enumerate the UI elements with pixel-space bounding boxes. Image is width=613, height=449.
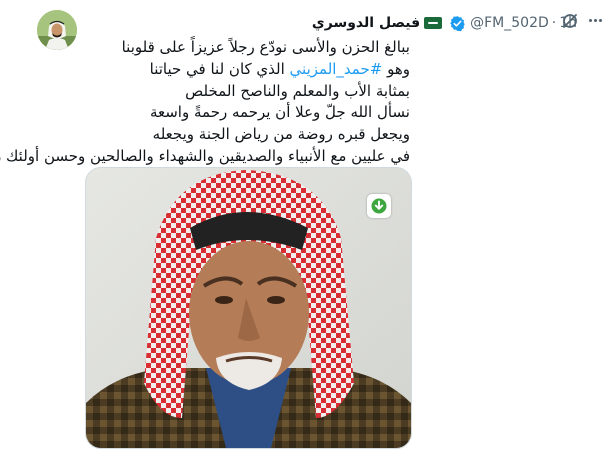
portrait-photo-icon bbox=[86, 168, 411, 448]
tweet: فيصل الدوسري @FM_502D · 1h ببالغ الحزن و… bbox=[0, 0, 613, 449]
tweet-line-5: ويجعل قبره روضة من رياض الجنة ويجعله bbox=[152, 125, 410, 144]
tweet-line-2-end: الذي كان لنا في حياتنا bbox=[149, 59, 290, 78]
tweet-line-4: نسأل الله جلّ وعلا أن يرحمه رحمةً واسعة bbox=[149, 103, 410, 122]
author-name[interactable]: فيصل الدوسري bbox=[312, 15, 420, 31]
tweet-line-2-start: وهو bbox=[382, 59, 410, 78]
tweet-line-2: وهو #حمد_المزيني الذي كان لنا في حياتنا bbox=[80, 59, 410, 81]
more-dot bbox=[593, 18, 597, 22]
verified-badge-icon bbox=[450, 15, 465, 31]
download-icon bbox=[371, 198, 387, 214]
hashtag-link[interactable]: #حمد_المزيني bbox=[290, 60, 383, 78]
header-separator: · bbox=[551, 15, 557, 31]
grok-button[interactable] bbox=[560, 11, 580, 31]
more-dot bbox=[598, 18, 602, 22]
grok-icon bbox=[563, 14, 577, 28]
tweet-header: فيصل الدوسري @FM_502D · 1h bbox=[312, 13, 577, 33]
more-options-button[interactable] bbox=[585, 10, 605, 30]
more-options-icon bbox=[588, 18, 592, 22]
author-handle[interactable]: @FM_502D bbox=[470, 15, 549, 31]
tweet-line-3: بمثابة الأب والمعلم والناصح المخلص bbox=[185, 81, 410, 100]
download-button[interactable] bbox=[367, 194, 391, 218]
tweet-text: ببالغ الحزن والأسى نودّع رجلاً عزيزاً عل… bbox=[0, 37, 410, 168]
avatar-photo-icon bbox=[37, 10, 77, 50]
tweet-media-image[interactable] bbox=[85, 167, 412, 449]
author-avatar[interactable] bbox=[37, 10, 77, 50]
tweet-line-6: في عليين مع الأنبياء والصديقين والشهداء … bbox=[0, 146, 410, 165]
saudi-flag-icon bbox=[424, 17, 443, 29]
tweet-line-1: ببالغ الحزن والأسى نودّع رجلاً عزيزاً عل… bbox=[121, 38, 410, 56]
